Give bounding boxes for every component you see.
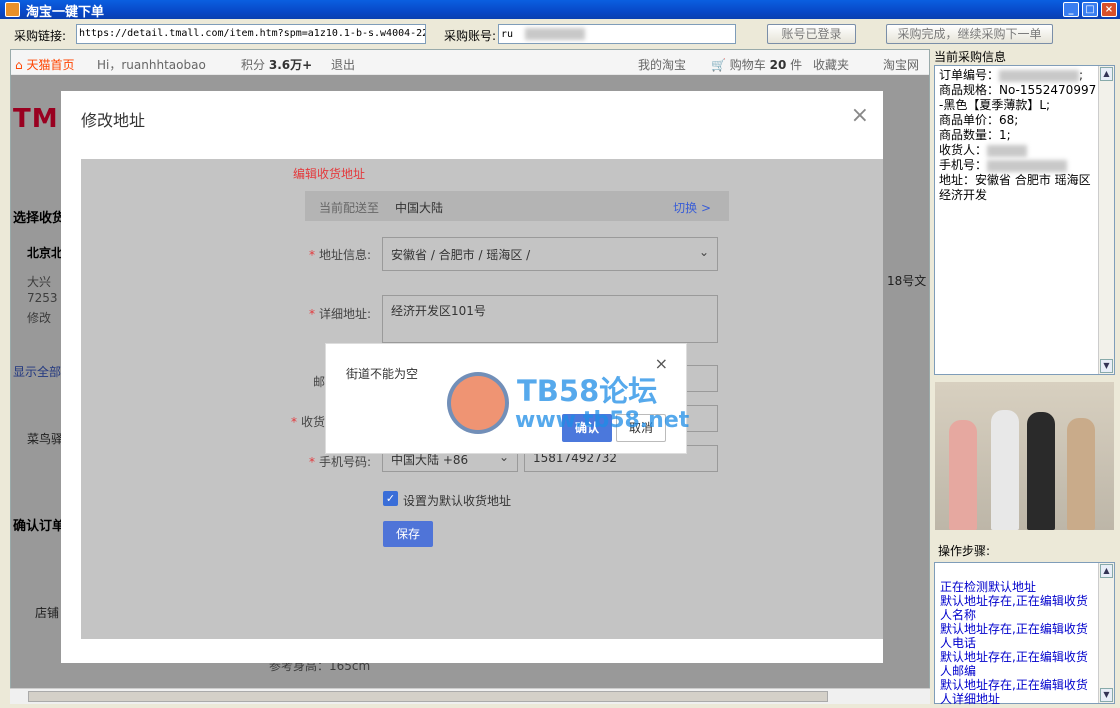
price-line: 商品单价：68; bbox=[939, 113, 1019, 127]
account-value: ru bbox=[501, 29, 514, 40]
alert-cancel-button[interactable]: 取消 bbox=[616, 414, 666, 442]
browser-horizontal-scrollbar[interactable] bbox=[10, 688, 930, 704]
toolbar: 采购链接: https://detail.tmall.com/item.htm?… bbox=[0, 19, 1120, 47]
section-title: 编辑收货地址 bbox=[293, 167, 366, 181]
region-value: 安徽省 / 合肥市 / 瑶海区 / bbox=[391, 248, 531, 262]
switch-region-link[interactable]: 切换 > bbox=[673, 199, 711, 216]
maximize-button[interactable]: □ bbox=[1082, 2, 1098, 17]
info-scrollbar[interactable]: ▲ ▼ bbox=[1098, 66, 1114, 374]
phone-label: * 手机号码: bbox=[308, 455, 371, 469]
steps-log-box: 正在检测默认地址 默认地址存在,正在编辑收货人名称 默认地址存在,正在编辑收货人… bbox=[934, 562, 1115, 706]
app-icon bbox=[5, 2, 20, 17]
scrollbar-thumb[interactable] bbox=[28, 691, 828, 702]
alert-ok-button[interactable]: 确认 bbox=[562, 414, 612, 442]
default-address-label: 设置为默认收货地址 bbox=[403, 494, 512, 508]
info-title: 当前采购信息 bbox=[934, 50, 1007, 64]
steps-log-text: 正在检测默认地址 默认地址存在,正在编辑收货人名称 默认地址存在,正在编辑收货人… bbox=[940, 580, 1096, 706]
receiver-label: * 收货 bbox=[290, 415, 325, 429]
scroll-up-icon[interactable]: ▲ bbox=[1100, 564, 1113, 578]
purchase-info-box: 订单编号：; 商品规格：No-1552470997-黑色【夏季薄款】L; 商品单… bbox=[934, 65, 1115, 375]
step-item: 默认地址存在,正在编辑收货人电话 bbox=[940, 622, 1088, 650]
window-title-bar: 淘宝一键下单 _ □ × bbox=[0, 0, 1120, 20]
ship-to-bar: 当前配送至 中国大陆 切换 > bbox=[305, 191, 729, 221]
spec-line: 商品规格：No-1552470997-黑色【夏季薄款】L; bbox=[939, 83, 1097, 112]
product-image bbox=[935, 382, 1114, 530]
scroll-down-icon[interactable]: ▼ bbox=[1100, 359, 1113, 373]
cart-icon: 🛒 bbox=[711, 58, 726, 72]
save-button[interactable]: 保存 bbox=[383, 521, 433, 547]
tmall-top-nav: ⌂ 天猫首页 Hi，ruanhhtaobao 积分 3.6万+ 退出 我的淘宝 … bbox=[11, 50, 929, 75]
purchase-account-input[interactable]: ru bbox=[498, 24, 736, 44]
qty-line: 商品数量：1; bbox=[939, 128, 1011, 142]
window-title: 淘宝一键下单 bbox=[26, 5, 105, 20]
next-purchase-button[interactable]: 采购完成，继续采购下一单 bbox=[886, 24, 1053, 44]
points: 积分 3.6万+ bbox=[241, 58, 313, 72]
dialog-title: 修改地址 bbox=[81, 111, 146, 130]
browser-view: ⌂ 天猫首页 Hi，ruanhhtaobao 积分 3.6万+ 退出 我的淘宝 … bbox=[10, 49, 930, 704]
ship-to-label: 当前配送至 bbox=[319, 201, 380, 215]
account-logged-in-button[interactable]: 账号已登录 bbox=[767, 24, 856, 44]
scroll-down-icon[interactable]: ▼ bbox=[1100, 688, 1113, 702]
favorites-link[interactable]: 收藏夹 bbox=[813, 56, 849, 73]
region-select[interactable]: 安徽省 / 合肥市 / 瑶海区 / ⌄ bbox=[382, 237, 718, 271]
steps-title: 操作步骤: bbox=[938, 544, 991, 558]
close-window-button[interactable]: × bbox=[1101, 2, 1117, 17]
steps-scrollbar[interactable]: ▲ ▼ bbox=[1098, 563, 1114, 703]
dialog-close-icon[interactable]: × bbox=[851, 103, 869, 128]
receiver-line: 收货人： bbox=[939, 143, 1097, 158]
purchase-link-input[interactable]: https://detail.tmall.com/item.htm?spm=a1… bbox=[76, 24, 426, 44]
order-no-line: 订单编号：; bbox=[939, 68, 1084, 82]
zip-label: 邮 bbox=[312, 375, 325, 389]
step-item: 正在检测默认地址 bbox=[940, 580, 1037, 594]
step-item: 默认地址存在,正在编辑收货人名称 bbox=[940, 594, 1088, 622]
detail-label: * 详细地址: bbox=[308, 307, 371, 321]
step-item: 默认地址存在,正在编辑收货人详细地址 bbox=[940, 678, 1088, 706]
validation-alert: 街道不能为空 × 确认 取消 bbox=[325, 343, 687, 454]
ship-to-value: 中国大陆 bbox=[395, 201, 444, 215]
purchase-link-label: 采购链接: bbox=[14, 29, 67, 43]
default-address-checkbox[interactable]: ✓ bbox=[383, 491, 398, 506]
minimize-button[interactable]: _ bbox=[1063, 2, 1079, 17]
chevron-down-icon: ⌄ bbox=[698, 245, 709, 259]
detail-address-textarea[interactable]: 经济开发区101号 bbox=[382, 295, 718, 343]
tmall-home-link[interactable]: ⌂ 天猫首页 bbox=[15, 56, 74, 73]
my-taobao-link[interactable]: 我的淘宝 bbox=[638, 56, 686, 73]
alert-close-icon[interactable]: × bbox=[655, 354, 668, 373]
account-blur bbox=[525, 28, 586, 40]
greeting-text: Hi，ruanhhtaobao bbox=[97, 58, 206, 72]
region-label: * 地址信息: bbox=[308, 248, 371, 262]
phone-country-value: 中国大陆 +86 bbox=[391, 453, 469, 467]
logout-link[interactable]: 退出 bbox=[331, 56, 355, 73]
cart-link[interactable]: 🛒 购物车 20 件 bbox=[711, 56, 802, 73]
step-item: 默认地址存在,正在编辑收货人邮编 bbox=[940, 650, 1088, 678]
phone-line: 手机号： bbox=[939, 158, 1097, 173]
purchase-account-label: 采购账号: bbox=[444, 29, 497, 43]
taobao-link[interactable]: 淘宝网 bbox=[883, 56, 919, 73]
scroll-up-icon[interactable]: ▲ bbox=[1100, 67, 1113, 81]
address-line: 地址：安徽省 合肥市 瑶海区 经济开发 bbox=[939, 173, 1091, 202]
alert-message: 街道不能为空 bbox=[346, 367, 419, 381]
purchase-info-text: 订单编号：; 商品规格：No-1552470997-黑色【夏季薄款】L; 商品单… bbox=[939, 68, 1097, 203]
